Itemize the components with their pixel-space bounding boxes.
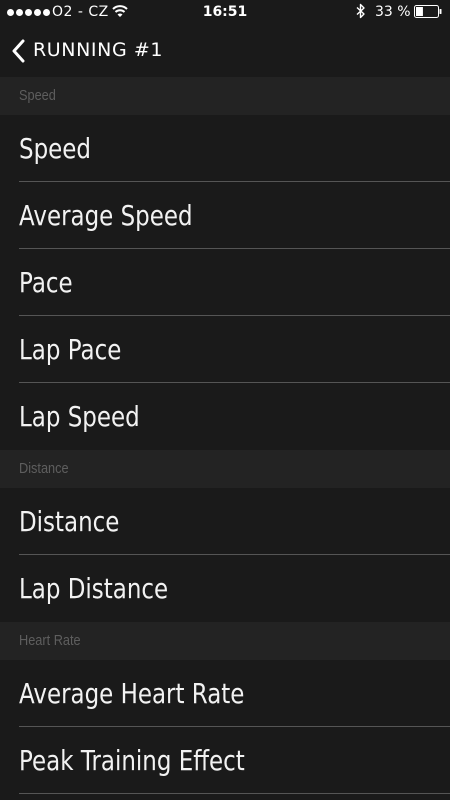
section-header-heart-rate: Heart Rate — [0, 622, 450, 660]
section-header-label: Distance — [19, 460, 69, 477]
list-item-label: Lap Speed — [19, 400, 140, 433]
list-item-label: Distance — [19, 505, 120, 538]
list-item-lap-distance[interactable]: Lap Distance — [0, 555, 450, 622]
list-item-label: Peak Training Effect — [19, 744, 245, 777]
navigation-bar: RUNNING #1 — [0, 26, 450, 77]
section-header-speed: Speed — [0, 77, 450, 115]
settings-list: Speed Speed Average Speed Pace Lap Pace … — [0, 77, 450, 794]
status-bar: O2 - CZ 16:51 33 % — [0, 0, 450, 26]
list-item-average-heart-rate[interactable]: Average Heart Rate — [0, 660, 450, 727]
section-header-label: Speed — [19, 87, 56, 104]
section-header-distance: Distance — [0, 450, 450, 488]
bluetooth-icon — [356, 3, 365, 19]
list-item-pace[interactable]: Pace — [0, 249, 450, 316]
chevron-left-icon[interactable] — [11, 39, 25, 63]
list-item-lap-pace[interactable]: Lap Pace — [0, 316, 450, 383]
page-title[interactable]: RUNNING #1 — [33, 39, 163, 61]
list-item-label: Lap Distance — [19, 572, 169, 605]
battery-icon — [414, 5, 442, 18]
section-header-label: Heart Rate — [19, 632, 81, 649]
list-item-label: Pace — [19, 266, 73, 299]
list-item-label: Average Speed — [19, 199, 193, 232]
divider — [19, 793, 450, 794]
battery-percent: 33 % — [375, 4, 411, 20]
list-item-label: Lap Pace — [19, 333, 122, 366]
list-item-label: Average Heart Rate — [19, 677, 245, 710]
list-item-label: Speed — [19, 132, 91, 165]
list-item-speed[interactable]: Speed — [0, 115, 450, 182]
list-item-peak-training-effect[interactable]: Peak Training Effect — [0, 727, 450, 794]
list-item-average-speed[interactable]: Average Speed — [0, 182, 450, 249]
list-item-lap-speed[interactable]: Lap Speed — [0, 383, 450, 450]
list-item-distance[interactable]: Distance — [0, 488, 450, 555]
